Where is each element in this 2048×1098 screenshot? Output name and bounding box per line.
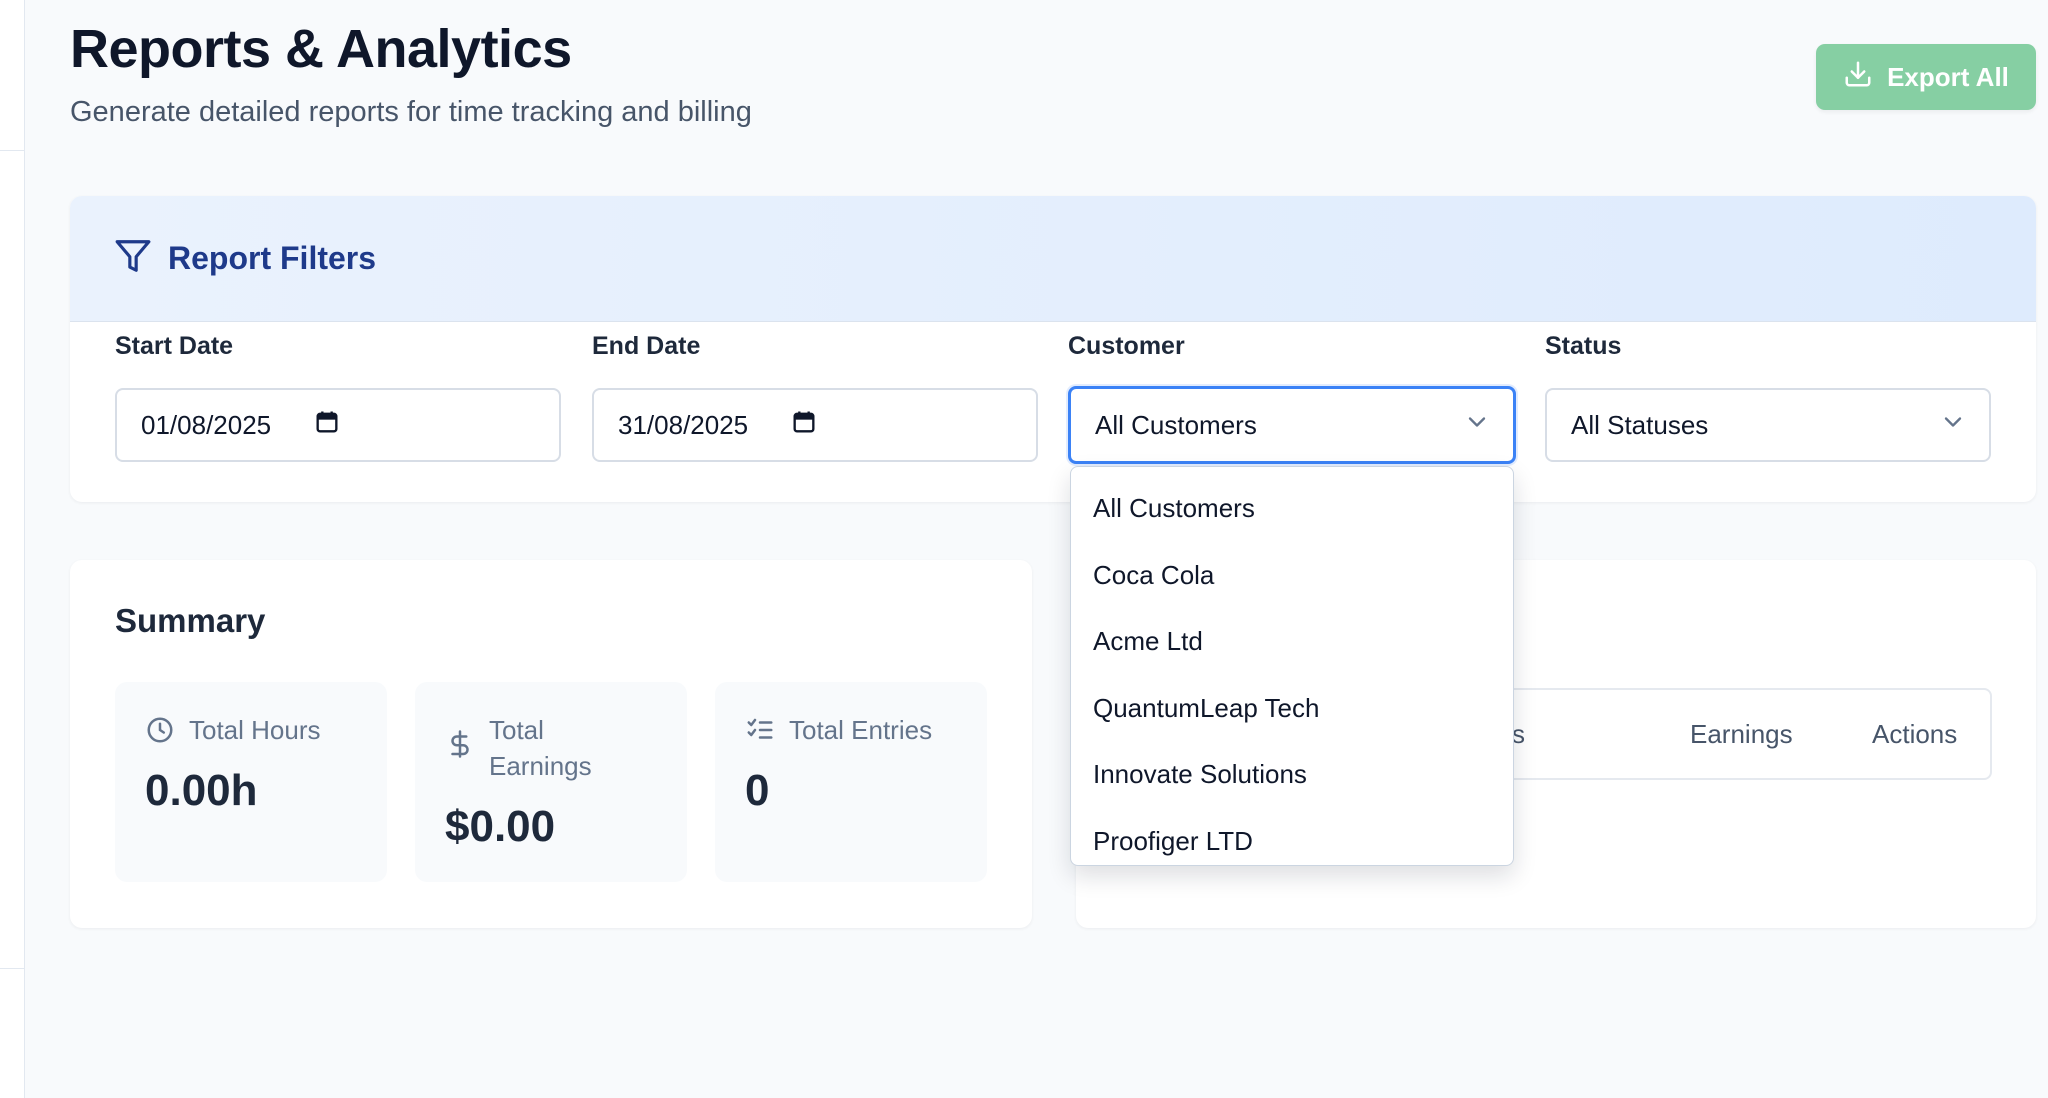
status-select[interactable]: All Statuses: [1545, 388, 1991, 462]
chevron-down-icon: [1463, 408, 1491, 443]
export-all-button[interactable]: Export All: [1816, 44, 2036, 110]
download-icon: [1843, 59, 1873, 96]
total-hours-value: 0.00h: [145, 766, 258, 815]
report-filters-header: Report Filters: [70, 196, 2036, 322]
dropdown-option-all-customers[interactable]: All Customers: [1071, 475, 1513, 542]
dollar-icon: [445, 726, 475, 768]
status-label: Status: [1545, 332, 1622, 360]
total-earnings-label: Total Earnings: [489, 715, 592, 781]
total-hours-stat: Total Hours 0.00h: [115, 682, 387, 882]
page-subtitle: Generate detailed reports for time track…: [70, 96, 752, 128]
total-earnings-stat: Total Earnings $0.00: [415, 682, 687, 882]
customer-label: Customer: [1068, 332, 1185, 360]
export-all-label: Export All: [1887, 61, 2009, 92]
total-earnings-value: $0.00: [445, 802, 556, 851]
total-hours-label: Total Hours: [189, 715, 321, 745]
total-entries-value: 0: [745, 766, 770, 815]
calendar-icon[interactable]: [790, 408, 818, 443]
start-date-value: 01/08/2025: [141, 409, 272, 440]
customer-select-value: All Customers: [1095, 409, 1257, 440]
end-date-value: 31/08/2025: [618, 409, 749, 440]
clock-icon: [145, 712, 175, 754]
total-entries-stat: Total Entries 0: [715, 682, 987, 882]
status-select-value: All Statuses: [1571, 409, 1709, 440]
table-header-earnings[interactable]: Earnings: [1690, 690, 1793, 778]
dropdown-option-quantumleap-tech[interactable]: QuantumLeap Tech: [1071, 675, 1513, 742]
start-date-field: Start Date 01/08/2025: [115, 332, 561, 462]
chevron-down-icon: [1939, 408, 1967, 443]
end-date-input[interactable]: 31/08/2025: [592, 388, 1038, 462]
summary-card: Summary Total Hours 0.00h Total Earnings…: [70, 560, 1032, 928]
report-filters-card: Report Filters Start Date 01/08/2025 End…: [70, 196, 2036, 502]
dropdown-option-innovate-solutions[interactable]: Innovate Solutions: [1071, 741, 1513, 808]
end-date-label: End Date: [592, 332, 701, 360]
filter-icon: [114, 237, 152, 280]
sidebar-divider: [0, 968, 24, 969]
customer-dropdown-menu: All Customers Coca Cola Acme Ltd Quantum…: [1070, 466, 1514, 866]
customer-field: Customer All Customers: [1068, 332, 1516, 464]
report-filters-title: Report Filters: [168, 240, 377, 276]
customer-select[interactable]: All Customers: [1068, 386, 1516, 464]
page-title: Reports & Analytics: [70, 19, 572, 79]
dropdown-option-coca-cola[interactable]: Coca Cola: [1071, 542, 1513, 609]
total-entries-label: Total Entries: [789, 715, 933, 745]
list-checks-icon: [745, 712, 775, 754]
end-date-field: End Date 31/08/2025: [592, 332, 1038, 462]
table-header-actions: Actions: [1872, 719, 1958, 749]
start-date-input[interactable]: 01/08/2025: [115, 388, 561, 462]
start-date-label: Start Date: [115, 332, 234, 360]
dropdown-option-proofiger-ltd[interactable]: Proofiger LTD: [1071, 808, 1513, 875]
status-field: Status All Statuses: [1545, 332, 1991, 462]
dropdown-option-acme-ltd[interactable]: Acme Ltd: [1071, 608, 1513, 675]
sidebar-divider: [0, 150, 24, 151]
sidebar: [0, 0, 25, 1098]
calendar-icon[interactable]: [313, 408, 341, 443]
summary-title: Summary: [115, 602, 266, 639]
